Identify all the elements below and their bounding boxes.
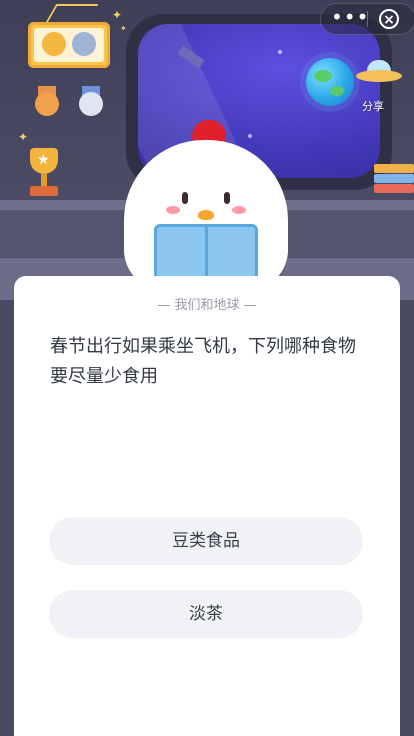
answer-option-2[interactable]: 淡茶 — [49, 590, 363, 638]
share-label[interactable]: 分享 — [362, 98, 384, 114]
silver-medal-icon — [79, 92, 103, 116]
trophy-icon: ★ — [24, 148, 64, 202]
close-icon[interactable]: × — [379, 9, 399, 29]
silver-medal-icon — [72, 32, 96, 56]
award-frame — [28, 22, 110, 68]
open-book-icon — [154, 224, 258, 280]
sparkle-icon: ✦ — [112, 8, 123, 22]
sparkle-icon: ✦ — [120, 24, 127, 33]
gold-medal-icon — [42, 32, 66, 56]
bronze-medal-icon — [35, 92, 59, 116]
share-ufo-icon[interactable] — [356, 60, 402, 82]
star-icon: ★ — [37, 152, 50, 168]
quiz-card: — 我们和地球 — 春节出行如果乘坐飞机，下列哪种食物要尽量少食用 豆类食品 淡… — [14, 276, 400, 736]
section-title: — 我们和地球 — — [157, 298, 257, 313]
answer-option-1[interactable]: 豆类食品 — [49, 517, 363, 565]
earth-icon — [306, 58, 354, 106]
chick-mascot — [106, 120, 306, 290]
mini-program-capsule: ••• × — [320, 3, 414, 35]
question-text: 春节出行如果乘坐飞机，下列哪种食物要尽量少食用 — [50, 336, 356, 387]
hero-scene: ✦ ✦ 分享 ★ ✦ — [0, 0, 414, 300]
books-icon — [374, 160, 414, 200]
more-dots-icon[interactable]: ••• — [331, 6, 368, 30]
sparkle-icon: ✦ — [18, 130, 29, 144]
